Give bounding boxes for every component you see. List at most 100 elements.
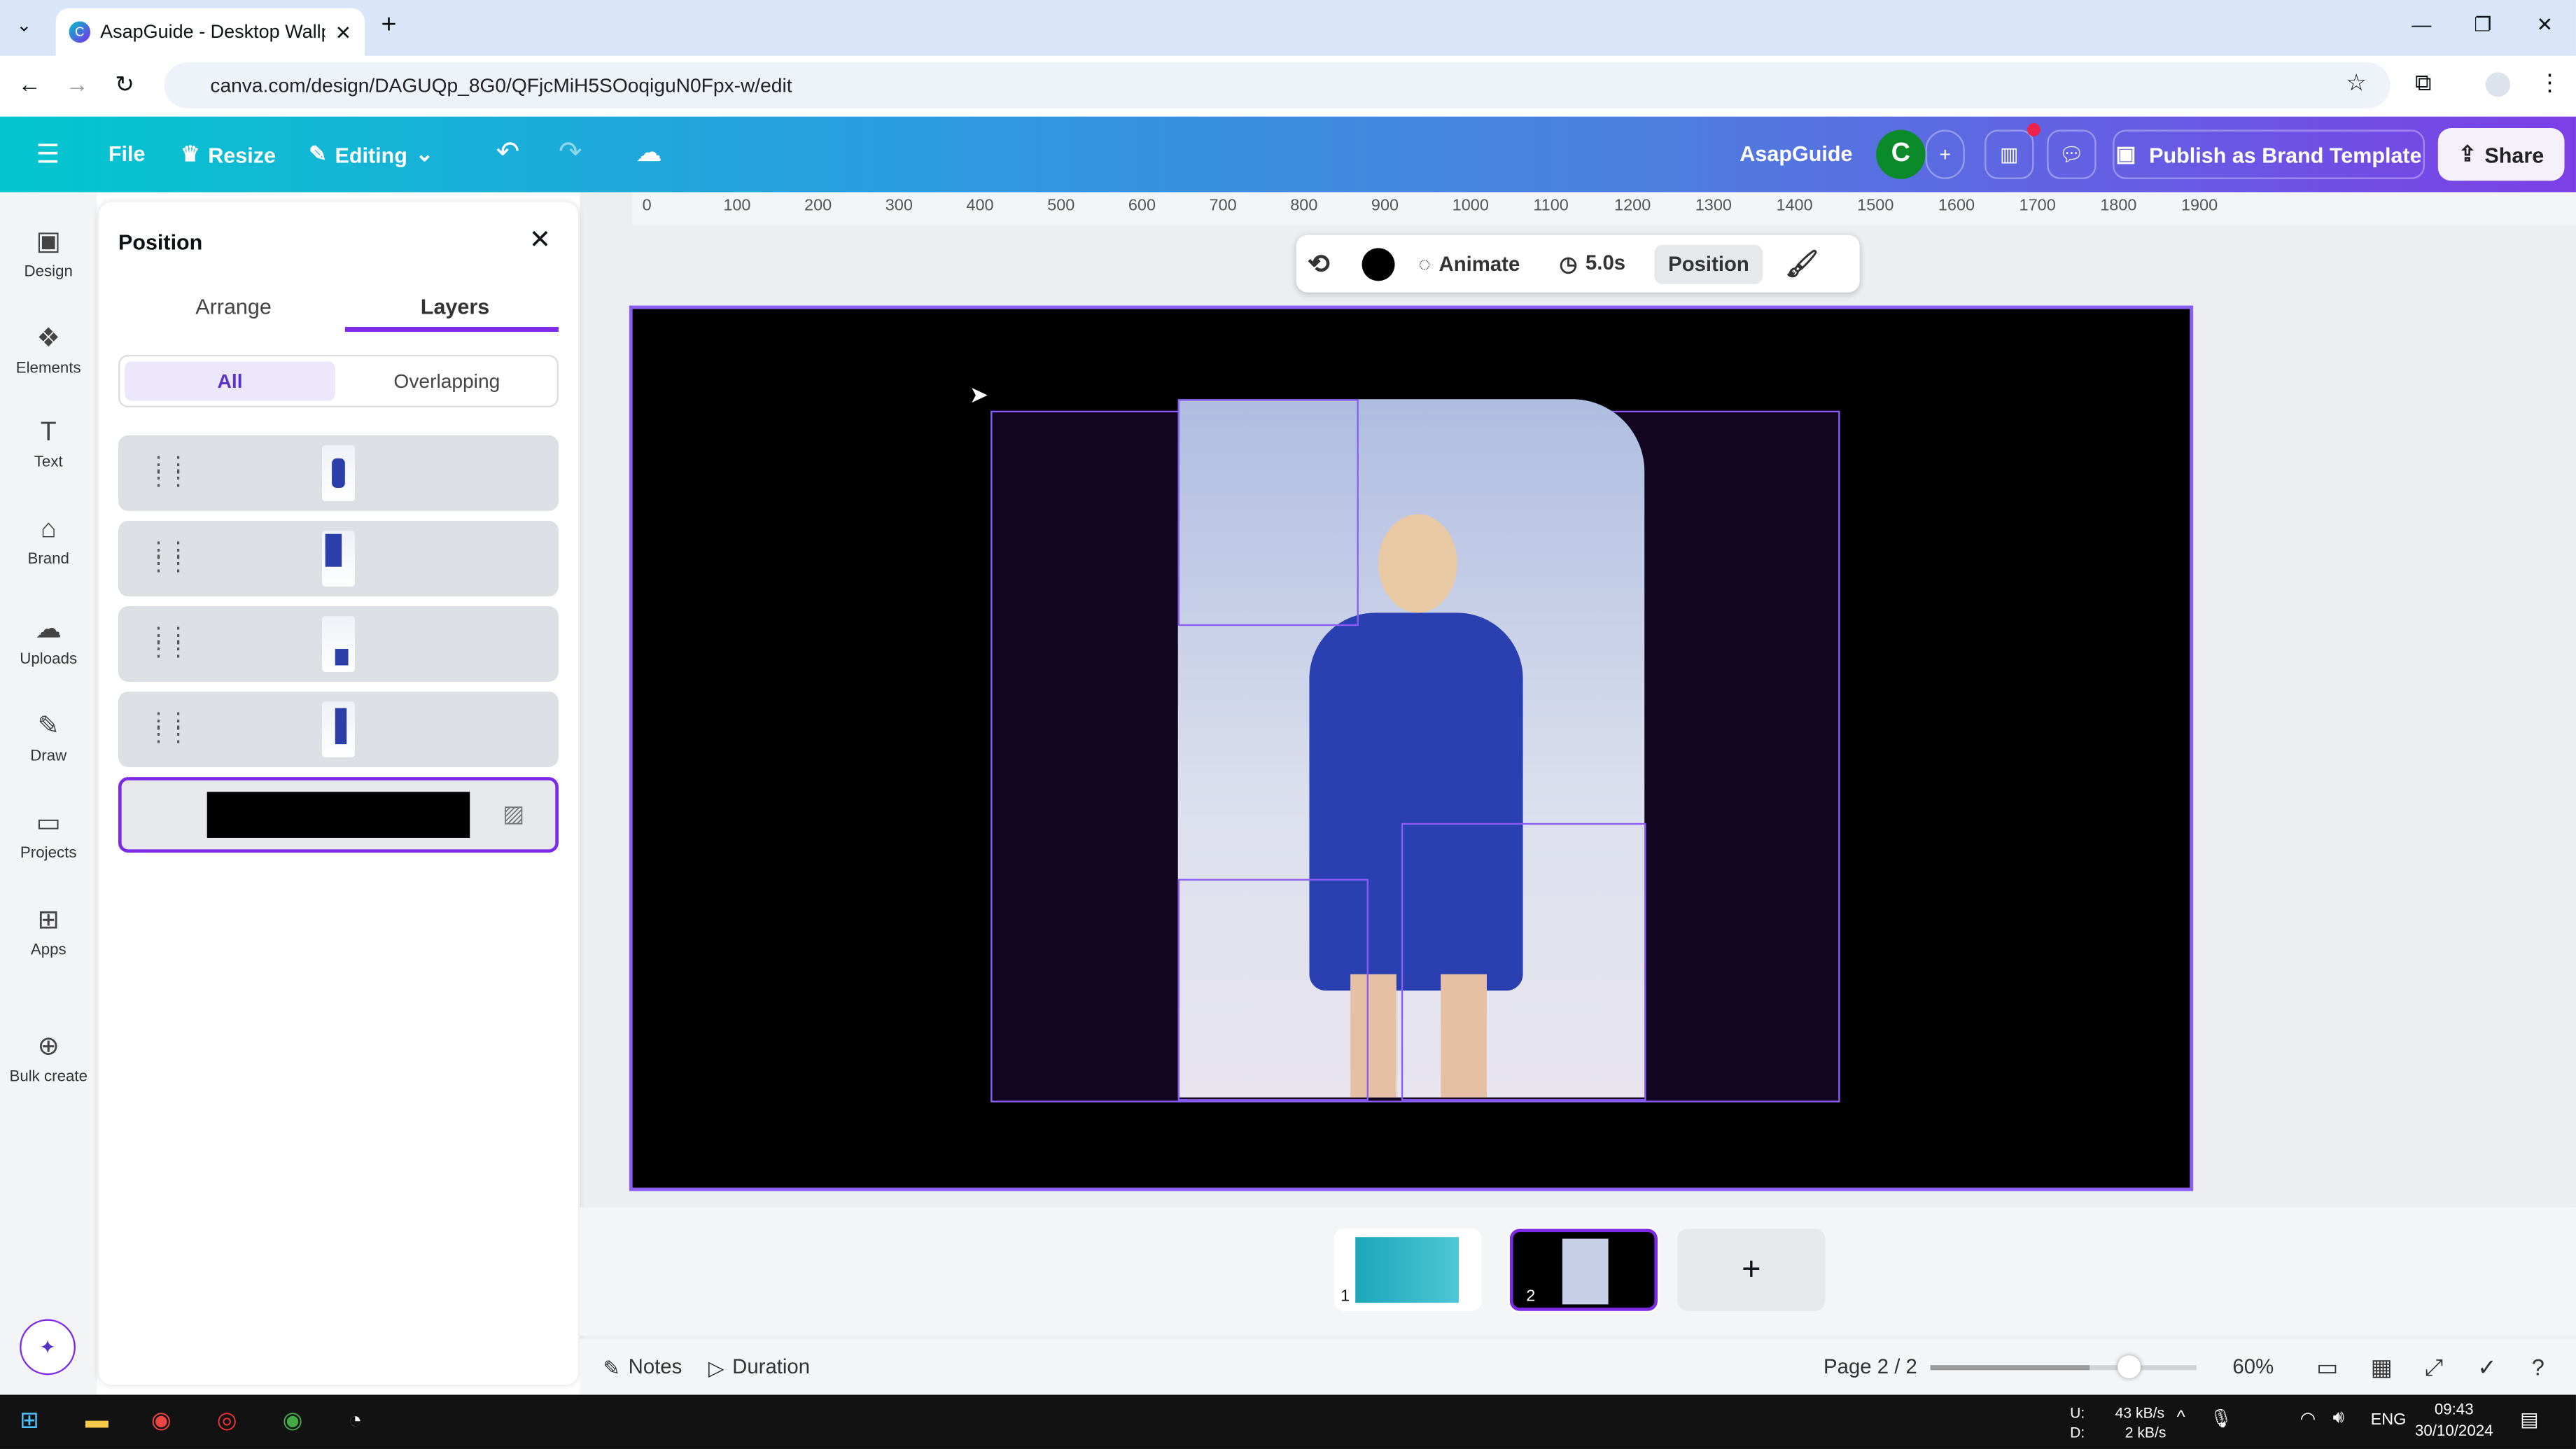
file-explorer-icon[interactable]: ▬ bbox=[85, 1406, 108, 1433]
drag-handle-icon[interactable]: ⋮⋮⋮⋮ bbox=[148, 629, 187, 656]
page-indicator[interactable]: Page 2 / 2 bbox=[1823, 1355, 1917, 1378]
page-number: 1 bbox=[1340, 1288, 1350, 1306]
browser-tab[interactable]: C AsapGuide - Desktop Wallpape ✕ bbox=[56, 8, 365, 56]
replace-icon[interactable]: ⟲ bbox=[1308, 247, 1329, 280]
add-page-button[interactable]: + bbox=[1677, 1228, 1825, 1310]
minimize-icon[interactable]: — bbox=[2412, 13, 2431, 36]
tab-arrange[interactable]: Arrange bbox=[195, 294, 272, 318]
publish-brand-template-button[interactable]: ▣Publish as Brand Template bbox=[2113, 130, 2425, 178]
sidebar-item-brand[interactable]: ⌂Brand bbox=[0, 516, 97, 568]
avatar[interactable]: C bbox=[1876, 130, 1925, 178]
copy-style-icon[interactable]: 🖌︎ bbox=[1785, 247, 1819, 280]
tray-chevron-icon[interactable]: ^ bbox=[2177, 1408, 2185, 1427]
undo-icon[interactable]: ↶ bbox=[496, 136, 519, 169]
team-name[interactable]: AsapGuide bbox=[1740, 141, 1852, 166]
footer-bar: ✎Notes ▷Duration Page 2 / 2 60% ▭ ▦ ⤢ ✓ … bbox=[580, 1339, 2575, 1395]
insights-chart-icon[interactable]: ▥ bbox=[1984, 130, 2033, 178]
tab-layers[interactable]: Layers bbox=[421, 294, 489, 318]
page-thumbnail-2[interactable]: 2 bbox=[1510, 1228, 1658, 1310]
ruler-tick-label: 0 bbox=[643, 197, 652, 216]
ruler-tick-label: 1800 bbox=[2100, 197, 2136, 216]
back-icon[interactable]: ← bbox=[18, 71, 41, 97]
sidebar-item-label: Elements bbox=[16, 360, 81, 378]
help-icon[interactable]: ? bbox=[2532, 1354, 2544, 1380]
layer-thumbnail bbox=[322, 616, 355, 672]
menu-icon[interactable]: ⋮ bbox=[2538, 69, 2561, 97]
sidebar-item-design[interactable]: ▣Design bbox=[0, 225, 97, 281]
close-window-icon[interactable]: ✕ bbox=[2537, 13, 2554, 36]
app-icon[interactable]: ◔ bbox=[349, 1406, 363, 1433]
notes-button[interactable]: Notes bbox=[629, 1355, 682, 1378]
ruler-tick-label: 800 bbox=[1290, 197, 1317, 216]
chrome-icon[interactable]: ◉ bbox=[151, 1406, 172, 1434]
duration-button[interactable]: ◷5.0s bbox=[1560, 251, 1625, 276]
drag-handle-icon[interactable]: ⋮⋮⋮⋮ bbox=[148, 715, 187, 741]
volume-icon[interactable]: 🔊︎ bbox=[2333, 1408, 2344, 1429]
close-panel-icon[interactable]: ✕ bbox=[529, 223, 551, 256]
page-thumbnail-1[interactable]: 1 bbox=[1334, 1228, 1482, 1310]
restore-icon[interactable]: ❐ bbox=[2474, 13, 2491, 36]
layer-item[interactable]: ⋮⋮⋮⋮ bbox=[118, 521, 559, 596]
wifi-icon[interactable]: ◠ bbox=[2300, 1408, 2316, 1429]
filter-all[interactable]: All bbox=[125, 361, 335, 400]
sidebar-item-label: Draw bbox=[30, 748, 66, 766]
ruler-tick-label: 600 bbox=[1128, 197, 1156, 216]
sidebar-item-uploads[interactable]: ☁Uploads bbox=[0, 612, 97, 668]
recorder-icon[interactable]: ◎ bbox=[217, 1406, 237, 1434]
hamburger-menu-icon[interactable]: ☰ bbox=[36, 138, 60, 171]
magic-assistant-icon[interactable]: ✦ bbox=[20, 1320, 76, 1376]
bookmark-star-icon[interactable]: ☆ bbox=[2346, 69, 2366, 97]
profile-icon[interactable] bbox=[2486, 72, 2510, 97]
language-indicator[interactable]: ENG bbox=[2371, 1411, 2407, 1429]
check-icon[interactable]: ✓ bbox=[2477, 1353, 2497, 1381]
duration-footer-button[interactable]: Duration bbox=[732, 1355, 810, 1378]
editing-mode-button[interactable]: ✎Editing⌄ bbox=[309, 141, 433, 168]
layer-item[interactable]: ⋮⋮⋮⋮ bbox=[118, 435, 559, 511]
address-bar[interactable]: canva.com/design/DAGUQp_8G0/QFjcMiH5SOoq… bbox=[164, 62, 2390, 108]
filter-overlapping[interactable]: Overlapping bbox=[342, 361, 552, 400]
notes-view-icon[interactable]: ▭ bbox=[2316, 1353, 2338, 1381]
layer-item[interactable]: ⋮⋮⋮⋮ bbox=[118, 606, 559, 682]
text-icon: T bbox=[0, 419, 97, 448]
resize-button[interactable]: ♛Resize bbox=[181, 141, 276, 168]
reload-icon[interactable]: ↻ bbox=[115, 71, 134, 99]
tab-list-icon[interactable]: ⌄ bbox=[16, 15, 31, 36]
sidebar-item-text[interactable]: TText bbox=[0, 419, 97, 471]
sidebar-item-draw[interactable]: ✎Draw bbox=[0, 710, 97, 766]
sidebar-item-projects[interactable]: ▭Projects bbox=[0, 806, 97, 862]
zoom-slider-thumb[interactable] bbox=[2118, 1355, 2141, 1378]
comment-icon[interactable]: 💬︎ bbox=[2047, 130, 2096, 178]
cloud-saved-icon[interactable]: ☁ bbox=[636, 136, 662, 169]
notifications-icon[interactable]: ▤ bbox=[2520, 1408, 2539, 1431]
drag-handle-icon[interactable]: ⋮⋮⋮⋮ bbox=[148, 544, 187, 570]
sidebar-item-elements[interactable]: ❖Elements bbox=[0, 322, 97, 378]
mic-icon[interactable]: 🎙︎ bbox=[2210, 1408, 2233, 1429]
position-button[interactable]: Position bbox=[1655, 244, 1762, 284]
browser-tabbar: ⌄ C AsapGuide - Desktop Wallpape ✕ + — ❐… bbox=[0, 0, 2576, 56]
grid-view-icon[interactable]: ▦ bbox=[2371, 1353, 2393, 1381]
clock[interactable]: 09:4330/10/2024 bbox=[2415, 1400, 2493, 1443]
fullscreen-icon[interactable]: ⤢ bbox=[2425, 1353, 2443, 1381]
sidebar-item-apps[interactable]: ⊞Apps bbox=[0, 904, 97, 960]
share-button[interactable]: ⇪Share bbox=[2438, 128, 2565, 181]
sidebar-item-bulk-create[interactable]: ⊕Bulk create bbox=[0, 1030, 97, 1086]
forward-icon[interactable]: → bbox=[66, 71, 89, 97]
notes-icon: ✎ bbox=[603, 1354, 620, 1379]
layer-item[interactable]: ⋮⋮⋮⋮ bbox=[118, 692, 559, 767]
add-collaborator-icon[interactable]: + bbox=[1926, 130, 1965, 178]
layer-item-background[interactable]: ▨ bbox=[118, 777, 559, 853]
file-menu[interactable]: File bbox=[108, 141, 146, 166]
new-tab-icon[interactable]: + bbox=[381, 11, 396, 41]
close-tab-icon[interactable]: ✕ bbox=[335, 20, 352, 43]
layer-thumbnail bbox=[322, 701, 355, 757]
drag-handle-icon[interactable]: ⋮⋮⋮⋮ bbox=[148, 458, 187, 485]
redo-icon[interactable]: ↷ bbox=[559, 136, 582, 169]
extensions-icon[interactable]: ⧉ bbox=[2415, 69, 2431, 97]
color-swatch[interactable] bbox=[1363, 247, 1396, 280]
zoom-level[interactable]: 60% bbox=[2232, 1355, 2274, 1378]
design-page[interactable]: ➤ bbox=[633, 309, 2190, 1188]
animate-button[interactable]: ◌Animate bbox=[1418, 252, 1520, 275]
zoom-slider[interactable] bbox=[1931, 1365, 2197, 1370]
windows-start-icon[interactable]: ⊞ bbox=[20, 1406, 39, 1434]
chrome-active-icon[interactable]: ◉ bbox=[283, 1406, 303, 1434]
